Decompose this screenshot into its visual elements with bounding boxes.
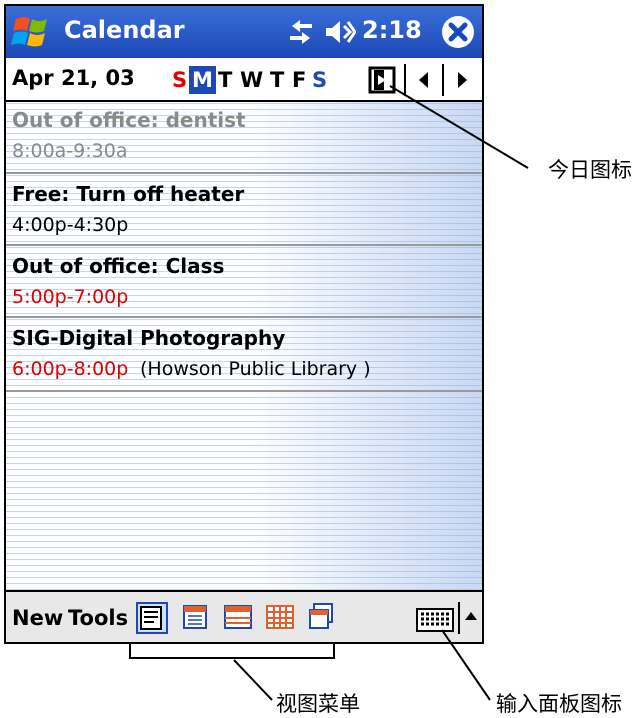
day-cell-0[interactable]: S — [172, 66, 187, 94]
appointment-time: 4:00p-4:30p — [12, 214, 129, 236]
appointment-time: 8:00a-9:30a — [12, 140, 128, 162]
appointment-title: SIG-Digital Photography — [12, 326, 286, 350]
appointment-item[interactable]: SIG-Digital Photography 6:00p-8:00p (How… — [6, 318, 482, 392]
appointment-time: 6:00p-8:00p — [12, 358, 129, 380]
year-view-icon[interactable] — [306, 602, 338, 634]
current-date[interactable]: Apr 21, 03 — [12, 66, 135, 90]
windows-start-icon[interactable] — [10, 11, 54, 53]
divider — [442, 64, 444, 96]
tools-menu-button[interactable]: Tools — [68, 606, 128, 630]
appointment-item[interactable]: Free: Turn off heater 4:00p-4:30p — [6, 174, 482, 246]
divider — [458, 602, 460, 634]
day-cell-4[interactable]: T — [270, 66, 284, 94]
appointment-location: (Howson Public Library ) — [140, 358, 371, 380]
day-cell-6[interactable]: S — [312, 66, 327, 94]
appointment-title: Free: Turn off heater — [12, 182, 245, 206]
title-bar: Calendar 2:18 — [6, 6, 482, 58]
appointment-title: Out of office: dentist — [12, 108, 246, 132]
agenda-view-icon[interactable] — [136, 602, 168, 634]
new-menu-button[interactable]: New — [12, 606, 63, 630]
day-view-icon[interactable] — [180, 602, 212, 634]
date-bar: Apr 21, 03 SMTWTFS — [6, 60, 482, 102]
day-cell-2[interactable]: T — [218, 66, 232, 94]
previous-day-icon[interactable] — [414, 68, 434, 92]
appointment-title: Out of office: Class — [12, 254, 225, 278]
command-bar: New Tools — [6, 590, 482, 642]
day-cell-5[interactable]: F — [292, 66, 306, 94]
appointment-item[interactable]: Out of office: Class 5:00p-7:00p — [6, 246, 482, 318]
month-view-icon[interactable] — [264, 602, 296, 634]
next-day-icon[interactable] — [452, 68, 472, 92]
pocket-pc-screen: Calendar 2:18 Apr 21, 03 SMTWTFS Out of … — [4, 4, 484, 644]
appointment-item[interactable]: Out of office: dentist 8:00a-9:30a — [6, 102, 482, 174]
week-view-icon[interactable] — [222, 602, 254, 634]
day-cell-3[interactable]: W — [240, 66, 263, 94]
clock[interactable]: 2:18 — [362, 16, 422, 44]
appointment-time: 5:00p-7:00p — [12, 286, 129, 308]
appointment-list[interactable]: Out of office: dentist 8:00a-9:30a Free:… — [6, 102, 482, 590]
close-icon[interactable] — [440, 14, 476, 50]
go-to-today-icon[interactable] — [368, 66, 396, 94]
connectivity-icon[interactable] — [286, 20, 316, 44]
volume-icon[interactable] — [324, 18, 356, 46]
app-title: Calendar — [64, 16, 185, 44]
input-panel-arrow-icon[interactable] — [462, 606, 480, 626]
callout-today-icon: 今日图标 — [548, 158, 632, 182]
divider — [404, 64, 406, 96]
day-cell-1[interactable]: M — [189, 66, 216, 94]
keyboard-icon[interactable] — [416, 608, 454, 632]
